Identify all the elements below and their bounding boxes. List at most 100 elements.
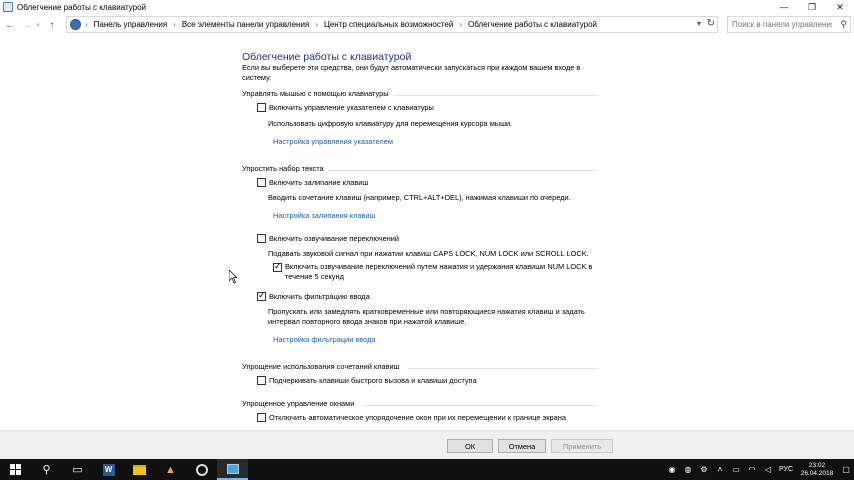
mouse-cursor-icon (229, 270, 237, 284)
filter-keys-label[interactable]: Включить фильтрацию ввода (269, 292, 370, 301)
task-view-icon[interactable]: ▭ (62, 459, 93, 480)
window-title: Облегчение работы с клавиатурой (17, 2, 146, 12)
filter-keys-checkbox[interactable] (257, 290, 266, 301)
breadcrumb-separator-icon[interactable]: › (85, 20, 94, 29)
tray-network-icon[interactable]: ⚙ (696, 465, 712, 474)
search-box[interactable]: ⚲ (727, 16, 851, 33)
breadcrumb-keyboard[interactable]: Облегчение работы с клавиатурой (468, 20, 597, 29)
breadcrumb-label: Облегчение работы с клавиатурой (468, 20, 597, 29)
snap-checkbox-row[interactable]: Отключить автоматическое упорядочение ок… (257, 413, 566, 422)
maximize-button[interactable]: ❐ (798, 0, 826, 14)
snap-label[interactable]: Отключить автоматическое упорядочение ок… (269, 413, 566, 422)
section-divider (362, 405, 598, 406)
toggle-keys-hold-label[interactable]: Включить озвучивание переключений путем … (285, 262, 592, 272)
toggle-keys-hold-checkbox[interactable] (273, 261, 282, 272)
breadcrumb-label: Панель управления (93, 20, 168, 29)
sticky-keys-label[interactable]: Включить залипание клавиш (269, 178, 368, 187)
recent-dropdown-icon[interactable]: ▾ (34, 17, 42, 33)
file-explorer-icon[interactable] (124, 459, 155, 480)
input-language-indicator[interactable]: РУС (776, 466, 796, 473)
apply-button[interactable]: Применить (551, 439, 613, 453)
sticky-keys-checkbox[interactable] (257, 178, 266, 187)
system-tray: ◉ ◍ ⚙ ˄ ▭ ◠ ◁ РУС 23:02 26.04.2018 ▢ (664, 459, 854, 480)
main-content: Облегчение работы с клавиатурой Если вы … (0, 36, 854, 430)
taskbar: ⚲ ▭ W ▲ ◉ ◍ ⚙ ˄ ▭ ◠ ◁ РУС 23:02 26.04.20… (0, 459, 854, 480)
underline-keys-checkbox-row[interactable]: Подчеркивать клавиши быстрого вызова и к… (257, 376, 477, 385)
toggle-keys-label[interactable]: Включить озвучивание переключений (269, 234, 399, 243)
title-bar: Облегчение работы с клавиатурой — ❐ ✕ (0, 0, 854, 14)
section-heading-label: Упростить набор текста (242, 164, 324, 173)
word-app-icon[interactable]: W (93, 459, 124, 480)
tray-chat-icon[interactable]: ◍ (680, 465, 696, 474)
minimize-button[interactable]: — (770, 0, 798, 14)
refresh-icon[interactable]: ↻ (707, 18, 715, 29)
mousekeys-label[interactable]: Включить управление указателем с клавиат… (269, 103, 434, 112)
toggle-keys-checkbox[interactable] (257, 234, 266, 243)
ok-button[interactable]: ОК (447, 439, 493, 453)
toggle-keys-hold-checkbox-row[interactable]: Включить озвучивание переключений путем … (273, 261, 592, 282)
section-heading-label: Упрощенное управление окнами (242, 399, 355, 408)
tray-volume-icon[interactable]: ◁ (760, 465, 776, 474)
section-heading-label: Упрощение использования сочетаний клавиш (242, 362, 400, 371)
clock-time: 23:02 (808, 461, 826, 469)
section-heading-mouse: Управлять мышью с помощью клавиатуры (242, 89, 389, 98)
chevron-right-icon[interactable]: › (459, 20, 462, 29)
tray-show-hidden-icon[interactable]: ˄ (712, 465, 728, 474)
filter-keys-description-line: Пропускать или замедлять кратковременные… (268, 307, 585, 316)
search-input[interactable] (732, 20, 832, 29)
mousekeys-settings-link[interactable]: Настройка управления указателем (273, 137, 393, 146)
tray-wifi-icon[interactable]: ◠ (744, 465, 760, 474)
underline-keys-label[interactable]: Подчеркивать клавиши быстрого вызова и к… (269, 376, 477, 385)
toggle-keys-description: Подавать звуковой сигнал при нажатии кла… (268, 249, 589, 258)
start-button[interactable] (0, 459, 31, 480)
section-heading-windows: Упрощенное управление окнами (242, 399, 354, 408)
control-panel-icon (70, 19, 81, 30)
section-divider (328, 170, 598, 171)
section-heading-typing: Упростить набор текста (242, 164, 324, 173)
section-divider (408, 368, 598, 369)
filter-keys-description-line: интервал повторного ввода знаков при наж… (268, 317, 467, 326)
toggle-keys-checkbox-row[interactable]: Включить озвучивание переключений (257, 234, 399, 243)
breadcrumb-label: Все элементы панели управления (181, 20, 310, 29)
section-divider (394, 95, 598, 96)
section-heading-shortcuts: Упрощение использования сочетаний клавиш (242, 362, 400, 371)
search-icon[interactable]: ⚲ (840, 19, 847, 30)
chevron-right-icon[interactable]: › (173, 20, 176, 29)
app-triangle-icon[interactable]: ▲ (155, 459, 186, 480)
forward-button[interactable]: → (20, 17, 34, 33)
breadcrumb-all-items[interactable]: Все элементы панели управления › (182, 20, 324, 29)
mousekeys-checkbox-row[interactable]: Включить управление указателем с клавиат… (257, 103, 434, 112)
navigation-bar: ← → ▾ ↑ › Панель управления › Все элемент… (0, 14, 854, 36)
address-bar[interactable]: › Панель управления › Все элементы панели… (66, 16, 718, 33)
dialog-footer: ОК Отмена Применить (0, 430, 854, 459)
back-button[interactable]: ← (3, 17, 17, 33)
filter-keys-description: Пропускать или замедлять кратковременные… (268, 307, 585, 327)
mousekeys-checkbox[interactable] (257, 103, 266, 112)
clock-date: 26.04.2018 (800, 469, 834, 477)
sticky-keys-settings-link[interactable]: Настройка залипания клавиш (273, 211, 375, 220)
snap-checkbox[interactable] (257, 413, 266, 422)
address-dropdown-icon[interactable]: ▾ (697, 19, 701, 28)
close-button[interactable]: ✕ (826, 0, 854, 14)
up-button[interactable]: ↑ (45, 17, 59, 33)
filter-keys-settings-link[interactable]: Настройка фильтрации ввода (273, 335, 376, 344)
browser-app-icon[interactable] (186, 459, 217, 480)
sticky-keys-checkbox-row[interactable]: Включить залипание клавиш (257, 178, 368, 187)
toggle-keys-hold-label-continued[interactable]: течение 5 секунд (285, 272, 592, 282)
search-taskbar-icon[interactable]: ⚲ (31, 459, 62, 480)
windows-logo-icon (10, 464, 21, 475)
breadcrumb-ease-of-access[interactable]: Центр специальных возможностей › (324, 20, 468, 29)
notifications-icon[interactable]: ▢ (838, 465, 854, 474)
breadcrumb-control-panel[interactable]: Панель управления › (94, 20, 182, 29)
clock[interactable]: 23:02 26.04.2018 (796, 462, 838, 478)
underline-keys-checkbox[interactable] (257, 376, 266, 385)
tray-app-icon[interactable]: ◉ (664, 465, 680, 474)
control-panel-taskbar-icon[interactable] (217, 459, 248, 480)
tray-battery-icon[interactable]: ▭ (728, 465, 744, 474)
control-panel-app-icon (3, 2, 13, 12)
cancel-button[interactable]: Отмена (498, 439, 546, 453)
chevron-right-icon[interactable]: › (315, 20, 318, 29)
page-intro: Если вы выберете эти средства, они будут… (242, 63, 581, 82)
filter-keys-checkbox-row[interactable]: Включить фильтрацию ввода (257, 290, 370, 301)
mousekeys-description: Использовать цифровую клавиатуру для пер… (268, 119, 513, 128)
